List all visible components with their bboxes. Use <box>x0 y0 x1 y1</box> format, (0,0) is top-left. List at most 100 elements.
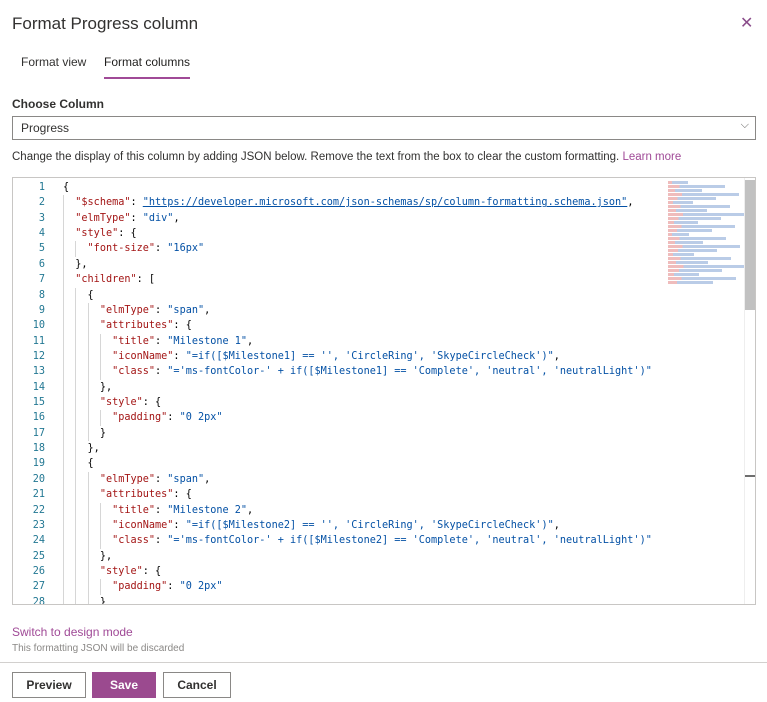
vertical-scrollbar[interactable] <box>744 178 755 604</box>
minimap-line <box>668 249 717 252</box>
indent-guide <box>63 533 64 549</box>
minimap-line <box>668 265 745 268</box>
json-key: "iconName" <box>112 350 174 362</box>
indent-guide <box>63 425 64 442</box>
cancel-button[interactable]: Cancel <box>163 672 231 698</box>
code-line: "style": { <box>63 563 673 580</box>
line-number: 20 <box>32 473 45 485</box>
code-line: "class": "='ms-fontColor-' + if([$Milest… <box>63 364 673 380</box>
indent-guide <box>63 517 64 534</box>
line-number: 19 <box>32 458 45 470</box>
indent-guide <box>87 517 89 534</box>
json-punctuation: : <box>155 304 168 316</box>
save-button[interactable]: Save <box>92 672 156 698</box>
indent-guide <box>99 348 101 365</box>
indent-guide <box>75 318 77 334</box>
indent-guide <box>75 333 77 349</box>
minimap[interactable] <box>668 180 746 290</box>
json-key: "title" <box>112 504 156 516</box>
code-area[interactable]: { "$schema": "https://developer.microsof… <box>63 180 673 605</box>
choose-column-dropdown[interactable]: Progress ⌵ <box>12 116 756 140</box>
minimap-line <box>668 225 735 228</box>
minimap-line <box>668 269 722 272</box>
tab-format-view[interactable]: Format view <box>21 55 86 79</box>
json-string: "div" <box>142 212 174 224</box>
learn-more-link[interactable]: Learn more <box>622 151 681 163</box>
json-punctuation: : { <box>173 489 192 501</box>
line-number: 1 <box>38 182 45 193</box>
json-punctuation: , <box>173 212 180 224</box>
description: Change the display of this column by add… <box>12 151 681 163</box>
indent-guide <box>87 348 89 365</box>
code-line: "title": "Milestone 1", <box>63 333 673 349</box>
json-punctuation: : { <box>142 397 162 409</box>
json-key: "iconName" <box>112 519 174 531</box>
indent-guide <box>63 471 64 488</box>
line-number: 12 <box>32 350 45 362</box>
tab-format-columns[interactable]: Format columns <box>104 55 191 79</box>
line-number: 21 <box>32 489 45 501</box>
minimap-line <box>668 253 694 256</box>
minimap-line <box>668 277 736 280</box>
json-editor[interactable]: 1 2 3 4 5 6 7 8 9 10 11 12 13 14 15 16 17 18 19 20 21 22 23 24 2… <box>12 177 756 605</box>
indent-guide <box>87 395 89 411</box>
minimap-line <box>668 213 744 216</box>
code-line: "attributes": { <box>63 318 673 334</box>
scrollbar-thumb[interactable] <box>745 180 755 310</box>
indent-guide <box>87 302 89 319</box>
indent-guide <box>87 563 89 580</box>
indent-guide <box>75 364 77 380</box>
json-punctuation: : <box>173 350 186 362</box>
indent-guide <box>75 563 77 580</box>
line-number: 24 <box>32 535 45 547</box>
json-key: "style" <box>75 228 119 240</box>
line-number: 9 <box>38 304 45 316</box>
json-punctuation: }, <box>75 258 88 270</box>
line-number: 17 <box>32 427 45 439</box>
json-punctuation: : { <box>173 320 192 332</box>
line-number: 8 <box>38 289 45 301</box>
schema-link[interactable]: "https://developer.microsoft.com/json-sc… <box>143 197 628 208</box>
line-number: 2 <box>38 197 45 209</box>
line-number: 22 <box>32 504 45 516</box>
minimap-line <box>668 217 721 220</box>
close-icon[interactable]: ✕ <box>740 13 753 33</box>
json-key: "padding" <box>112 581 168 593</box>
preview-button[interactable]: Preview <box>12 672 86 698</box>
switch-to-design-mode-link[interactable]: Switch to design mode <box>12 625 133 639</box>
json-punctuation: }, <box>99 550 113 562</box>
indent-guide <box>63 287 64 303</box>
indent-guide <box>63 395 64 411</box>
indent-guide <box>87 533 89 549</box>
json-string: "span" <box>167 473 205 485</box>
json-string: "span" <box>167 304 205 316</box>
json-string: "16px" <box>167 243 205 255</box>
code-line: "children": [ <box>63 272 673 288</box>
indent-guide <box>99 533 101 549</box>
json-punctuation: , <box>204 473 211 485</box>
json-punctuation: : <box>155 535 168 547</box>
json-key: "padding" <box>112 412 168 424</box>
code-line: "elmType": "div", <box>63 210 673 227</box>
indent-guide <box>87 318 89 334</box>
indent-guide <box>63 364 64 380</box>
code-line: "elmType": "span", <box>63 471 673 488</box>
minimap-line <box>668 245 740 248</box>
json-punctuation: { <box>87 289 94 301</box>
json-key: "class" <box>112 535 156 547</box>
json-punctuation: , <box>204 304 211 316</box>
indent-guide <box>63 410 64 426</box>
json-key: "attributes" <box>99 489 174 501</box>
json-punctuation: }, <box>87 443 100 455</box>
indent-guide <box>87 364 89 380</box>
code-line: }, <box>63 441 673 457</box>
code-line: "iconName": "=if([$Milestone2] == '', 'C… <box>63 517 673 534</box>
indent-guide <box>87 579 89 595</box>
json-punctuation: } <box>99 596 106 605</box>
line-number: 3 <box>38 212 45 224</box>
line-number: 5 <box>38 243 45 255</box>
minimap-line <box>668 193 739 196</box>
json-punctuation: : <box>167 581 180 593</box>
scrollbar-marker <box>745 475 755 477</box>
indent-guide <box>63 579 64 595</box>
